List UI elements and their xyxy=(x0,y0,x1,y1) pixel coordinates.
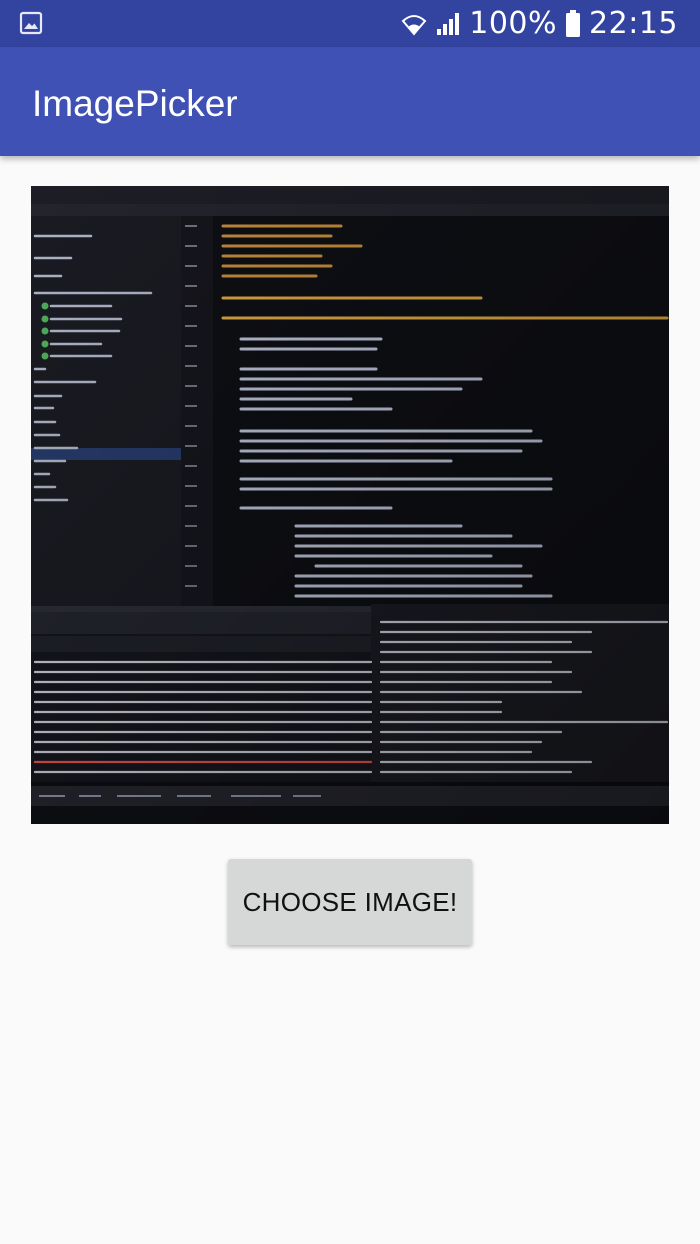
code-screenshot-photo xyxy=(31,186,669,824)
wifi-icon xyxy=(401,14,427,36)
app-title: ImagePicker xyxy=(32,83,238,124)
app-bar: ImagePicker xyxy=(0,47,700,156)
gallery-icon xyxy=(19,11,43,35)
picked-image xyxy=(31,186,669,824)
battery-icon xyxy=(566,9,581,37)
status-icons: 100% 22:15 xyxy=(401,0,678,47)
choose-image-button[interactable]: CHOOSE IMAGE! xyxy=(228,859,472,945)
battery-percent: 100% xyxy=(469,6,558,41)
clock: 22:15 xyxy=(589,6,678,41)
signal-icon xyxy=(437,12,460,35)
status-bar: 100% 22:15 xyxy=(0,0,700,47)
